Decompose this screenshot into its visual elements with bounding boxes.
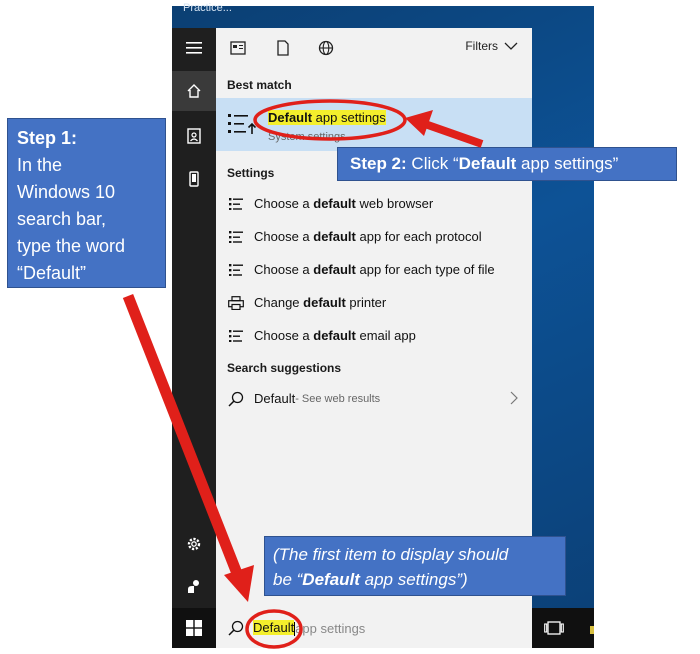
results-toolbar: Filters [216,28,532,68]
list-settings-icon [228,196,244,212]
list-settings-icon [228,229,244,245]
taskbar-app-indicator [590,626,594,634]
best-match-title: Default app settings [268,110,386,125]
step2-callout: Step 2: Click “Default app settings” [337,147,677,181]
windows-logo-icon [186,620,202,636]
hamburger-menu-button[interactable] [172,28,216,68]
settings-header: Settings [227,166,275,180]
search-autocomplete-ghost: app settings [295,620,366,636]
settings-item-label: Choose a default app for each protocol [254,229,482,244]
settings-item-label: Change default printer [254,295,387,310]
settings-item-label: Choose a default email app [254,328,416,343]
taskbar-search-input[interactable]: Default app settings [216,608,532,648]
document-icon [187,128,201,144]
document-icon [277,40,289,56]
suggestion-subtext: - See web results [295,392,381,405]
step2-text: app settings” [516,154,619,173]
chevron-down-icon [504,42,518,50]
settings-item-email[interactable]: Choose a default email app [216,319,532,352]
apps-icon [230,41,246,55]
chevron-right-icon [510,391,518,405]
settings-item-file-type[interactable]: Choose a default app for each type of fi… [216,253,532,286]
step1-line: search bar, [17,209,107,229]
globe-icon [318,40,334,56]
suggestion-web-results[interactable]: Default - See web results [216,382,532,415]
task-view-icon[interactable] [544,620,564,636]
step1-line: Windows 10 [17,182,116,202]
search-icon [228,620,244,636]
step1-line: In the [17,155,63,175]
search-results-panel: Filters Best match Default app settings … [216,28,532,608]
suggestion-term: Default [254,391,296,406]
search-icon [228,391,244,407]
documents-filter-button[interactable] [273,38,293,58]
best-match-title-bold: Default [268,110,313,125]
step1-title: Step 1: [17,128,78,148]
step2-text: Click “ [406,154,459,173]
list-settings-icon [228,114,256,134]
settings-item-printer[interactable]: Change default printer [216,286,532,319]
feedback-button[interactable] [172,566,216,606]
start-rail [172,28,216,608]
step1-line: type the word [17,236,126,256]
list-settings-icon [228,328,244,344]
settings-item-web-browser[interactable]: Choose a default web browser [216,187,532,220]
printer-icon [228,295,244,311]
settings-item-label: Choose a default web browser [254,196,434,211]
documents-button[interactable] [172,116,216,156]
home-button[interactable] [172,71,216,111]
best-match-header: Best match [227,78,292,92]
hamburger-icon [186,42,202,54]
step2-title: Step 2: [350,154,407,173]
web-filter-button[interactable] [316,38,336,58]
list-settings-icon [228,262,244,278]
home-icon [187,84,201,98]
apps-filter-button[interactable] [228,38,248,58]
start-button[interactable] [172,608,216,648]
step3-callout: (The first item to display should be “De… [264,536,566,596]
filters-label: Filters [465,39,498,53]
search-suggestions-header: Search suggestions [227,361,342,375]
filters-dropdown[interactable]: Filters [465,39,518,53]
settings-item-label: Choose a default app for each type of fi… [254,262,495,277]
step1-callout: Step 1: In the Windows 10 search bar, ty… [7,118,166,288]
settings-item-protocol[interactable]: Choose a default app for each protocol [216,220,532,253]
search-typed-text: Default [253,620,296,636]
best-match-subtitle: System settings [268,131,346,143]
taskbar: Default app settings [172,608,594,648]
step3-line: (The first item to display should [273,545,509,564]
step1-line: “Default” [17,263,87,283]
device-icon [189,171,199,187]
best-match-title-rest: app settings [312,110,386,125]
step3-bold: Default [302,570,360,589]
window-title-fragment: Practice... [183,2,232,14]
step3-text: app settings”) [359,570,468,589]
gear-icon [187,537,201,551]
settings-button[interactable] [172,524,216,564]
step3-text: be “ [273,570,303,589]
feedback-icon [188,580,199,593]
best-match-result[interactable]: Default app settings System settings [216,98,532,151]
step2-bold: Default [458,154,517,173]
device-button[interactable] [172,159,216,199]
